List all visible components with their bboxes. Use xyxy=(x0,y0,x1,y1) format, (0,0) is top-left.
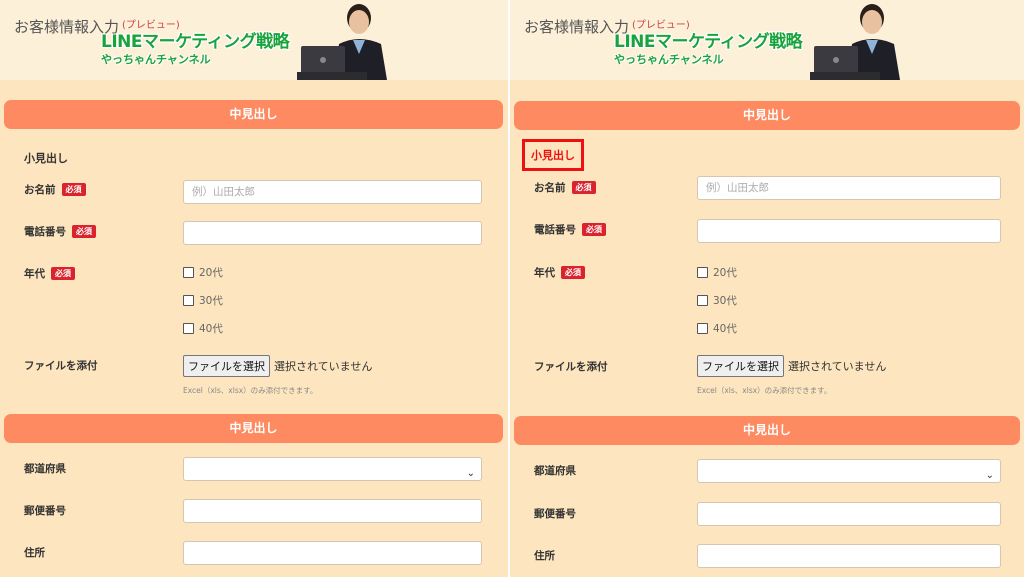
chevron-down-icon: ⌄ xyxy=(985,470,994,481)
small-heading-highlighted: 小見出し xyxy=(522,139,584,171)
age-label-text: 年代 xyxy=(24,268,45,280)
checkbox-label: 30代 xyxy=(713,295,737,307)
right-preview-pane: LINEマーケティング戦略 やっちゃんチャンネル お客様情報入力 (プレビュー) … xyxy=(510,0,1024,577)
postal-input[interactable] xyxy=(697,502,1001,526)
checkbox-icon[interactable] xyxy=(183,267,194,278)
phone-label-text: 電話番号 xyxy=(24,226,66,238)
checkbox-label: 30代 xyxy=(199,295,223,307)
phone-label-text: 電話番号 xyxy=(534,224,576,236)
name-label: お名前 必須 xyxy=(24,182,86,197)
postal-label: 郵便番号 xyxy=(24,505,66,517)
header: LINEマーケティング戦略 やっちゃんチャンネル お客様情報入力 (プレビュー) xyxy=(510,0,1024,80)
banner-image: LINEマーケティング戦略 やっちゃんチャンネル xyxy=(97,0,393,80)
prefecture-label: 都道府県 xyxy=(534,465,576,477)
checkbox-label: 40代 xyxy=(199,323,223,335)
file-note: Excel（xls、xlsx）のみ添付できます。 xyxy=(183,386,318,395)
required-badge: 必須 xyxy=(72,225,96,238)
required-badge: 必須 xyxy=(582,223,606,236)
section-heading-bar: 中見出し xyxy=(514,416,1020,445)
file-label: ファイルを添付 xyxy=(24,360,98,372)
prefecture-select[interactable]: ⌄ xyxy=(183,457,482,481)
checkbox-label: 40代 xyxy=(713,323,737,335)
required-badge: 必須 xyxy=(571,181,596,194)
checkbox-icon[interactable] xyxy=(697,295,708,306)
postal-label: 郵便番号 xyxy=(534,508,576,520)
preview-tag: (プレビュー) xyxy=(632,20,690,31)
address-input[interactable] xyxy=(183,541,482,565)
checkbox-icon[interactable] xyxy=(697,323,708,334)
checkbox-icon[interactable] xyxy=(697,267,708,278)
file-note: Excel（xls、xlsx）のみ添付できます。 xyxy=(697,386,832,395)
presenter-photo xyxy=(297,0,393,80)
file-select-button[interactable]: ファイルを選択 xyxy=(697,355,784,377)
file-input[interactable]: ファイルを選択 選択されていません xyxy=(183,355,372,377)
checkbox-icon[interactable] xyxy=(183,295,194,306)
required-badge: 必須 xyxy=(51,267,75,280)
banner-subtitle: やっちゃんチャンネル xyxy=(614,53,724,66)
phone-label: 電話番号 必須 xyxy=(534,222,606,237)
name-label: お名前 必須 xyxy=(534,180,596,195)
presenter-photo xyxy=(810,0,906,80)
page-title-text: お客様情報入力 xyxy=(524,18,630,36)
name-input[interactable]: 例）山田太郎 xyxy=(697,176,1001,200)
phone-input[interactable] xyxy=(697,219,1001,243)
checkbox-icon[interactable] xyxy=(183,323,194,334)
age-checkbox-40[interactable]: 40代 xyxy=(183,321,223,336)
age-checkbox-20[interactable]: 20代 xyxy=(697,265,737,280)
address-input[interactable] xyxy=(697,544,1001,568)
page-title: お客様情報入力 (プレビュー) xyxy=(14,16,180,37)
banner-subtitle: やっちゃんチャンネル xyxy=(101,53,211,66)
age-checkbox-30[interactable]: 30代 xyxy=(183,293,223,308)
required-badge: 必須 xyxy=(561,266,585,279)
postal-input[interactable] xyxy=(183,499,482,523)
section-heading-bar: 中見出し xyxy=(4,100,503,129)
age-label: 年代 必須 xyxy=(24,266,75,281)
preview-tag: (プレビュー) xyxy=(122,20,180,31)
required-badge: 必須 xyxy=(61,183,86,196)
file-status: 選択されていません xyxy=(274,360,373,373)
address-label: 住所 xyxy=(534,550,555,562)
prefecture-label: 都道府県 xyxy=(24,463,66,475)
section-heading-bar: 中見出し xyxy=(514,101,1020,130)
file-status: 選択されていません xyxy=(788,360,887,373)
name-input[interactable]: 例）山田太郎 xyxy=(183,180,482,204)
age-checkbox-30[interactable]: 30代 xyxy=(697,293,737,308)
checkbox-label: 20代 xyxy=(713,267,737,279)
age-checkbox-40[interactable]: 40代 xyxy=(697,321,737,336)
section-heading-bar: 中見出し xyxy=(4,414,503,443)
page-title: お客様情報入力 (プレビュー) xyxy=(524,16,690,37)
chevron-down-icon: ⌄ xyxy=(466,468,475,479)
checkbox-label: 20代 xyxy=(199,267,223,279)
file-input[interactable]: ファイルを選択 選択されていません xyxy=(697,355,886,377)
age-label: 年代 必須 xyxy=(534,265,585,280)
page-title-text: お客様情報入力 xyxy=(14,18,120,36)
name-label-text: お名前 xyxy=(534,182,566,194)
file-select-button[interactable]: ファイルを選択 xyxy=(183,355,270,377)
header: LINEマーケティング戦略 やっちゃんチャンネル お客様情報入力 (プレビュー) xyxy=(0,0,508,80)
prefecture-select[interactable]: ⌄ xyxy=(697,459,1001,483)
age-checkbox-20[interactable]: 20代 xyxy=(183,265,223,280)
address-label: 住所 xyxy=(24,547,45,559)
phone-label: 電話番号 必須 xyxy=(24,224,96,239)
name-label-text: お名前 xyxy=(24,184,56,196)
small-heading: 小見出し xyxy=(24,152,68,165)
banner-image: LINEマーケティング戦略 やっちゃんチャンネル xyxy=(610,0,906,80)
left-preview-pane: LINEマーケティング戦略 やっちゃんチャンネル お客様情報入力 (プレビュー) … xyxy=(0,0,508,577)
file-label: ファイルを添付 xyxy=(534,361,608,373)
phone-input[interactable] xyxy=(183,221,482,245)
age-label-text: 年代 xyxy=(534,267,555,279)
